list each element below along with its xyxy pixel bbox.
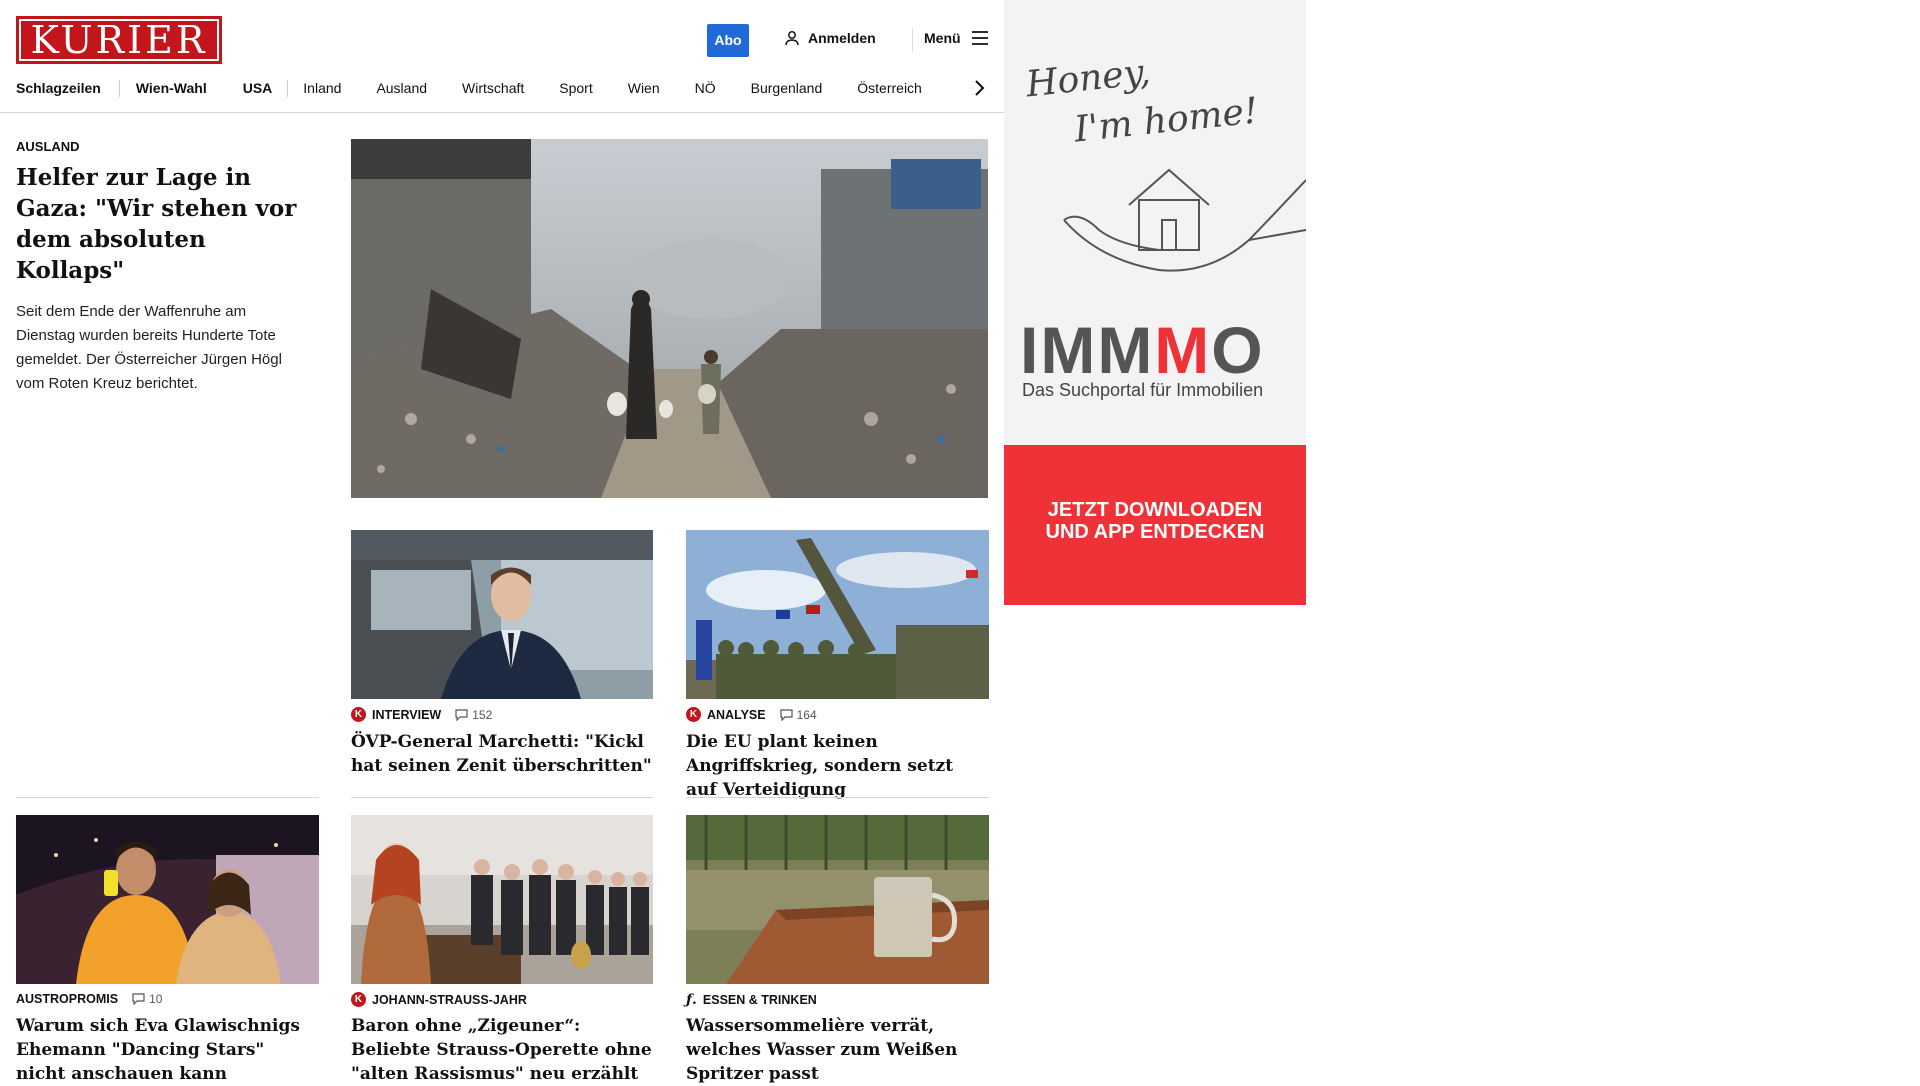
nav-item-ausland[interactable]: Ausland [376, 80, 427, 96]
kurier-plus-badge: K [351, 992, 366, 1007]
comment-icon [779, 708, 793, 721]
ad-script-line-1: Honey, [1024, 51, 1153, 106]
menu-button[interactable]: Menü [924, 30, 989, 46]
house-in-hand-icon [1063, 168, 1306, 272]
article-kicker: INTERVIEW [372, 707, 442, 722]
ad-cta-button[interactable]: JETZT DOWNLOADEN UND APP ENTDECKEN [1004, 445, 1306, 605]
article-kicker: ESSEN & TRINKEN [702, 993, 817, 1007]
immmo-ad[interactable]: Honey, I'm home! IMMMO Das Suchportal fü… [1004, 0, 1306, 605]
article-meta: K INTERVIEW 152 [351, 707, 492, 722]
user-icon [785, 31, 799, 46]
article-image-marchetti[interactable] [351, 530, 653, 699]
nav-divider [118, 79, 120, 97]
article-image-strauss[interactable] [351, 815, 653, 984]
menu-label: Menü [924, 30, 961, 46]
kurier-plus-badge: K [686, 707, 701, 722]
article-headline[interactable]: Warum sich Eva Glawischnigs Ehemann "Dan… [16, 1014, 319, 1086]
article-kicker: ANALYSE [707, 707, 766, 722]
article-headline[interactable]: ÖVP-General Marchetti: "Kickl hat seinen… [351, 730, 653, 778]
article-headline[interactable]: Die EU plant keinen Angriffskrieg, sonde… [686, 730, 989, 802]
login-button[interactable]: Anmelden [784, 30, 876, 46]
comment-icon [455, 708, 468, 721]
abo-button[interactable]: Abo [707, 24, 749, 57]
login-label: Anmelden [808, 30, 876, 46]
row-divider [686, 797, 989, 798]
kurier-plus-badge: K [351, 707, 366, 722]
comment-count[interactable]: 10 [132, 992, 162, 1006]
nav-item-wirtschaft[interactable]: Wirtschaft [462, 80, 524, 96]
lead-teaser: Seit dem Ende der Waffenruhe am Dienstag… [16, 303, 282, 392]
header-divider [912, 28, 913, 52]
comment-count-value: 10 [149, 992, 163, 1006]
ad-brand-accent: M [1154, 313, 1212, 387]
article-meta: ƒ. ESSEN & TRINKEN [686, 992, 817, 1008]
nav-item-sport[interactable]: Sport [559, 80, 592, 96]
ad-script-line-2: I'm home! [1072, 90, 1261, 151]
article-image-eu-defence[interactable] [686, 530, 989, 699]
comment-count[interactable]: 152 [455, 708, 492, 722]
nav-item-schlagzeilen[interactable]: Schlagzeilen [16, 80, 101, 96]
article-meta: K ANALYSE 164 [686, 707, 817, 722]
ad-cta-line-2: UND APP ENTDECKEN [1045, 521, 1265, 543]
lead-headline[interactable]: Helfer zur Lage in Gaza: "Wir stehen vor… [16, 162, 316, 286]
ad-brand: IMMMO [1020, 312, 1265, 388]
nav-item-inland[interactable]: Inland [303, 80, 341, 96]
nav-divider [287, 79, 289, 97]
nav-item-wien-wahl[interactable]: Wien-Wahl [136, 80, 207, 96]
nav-item-burgenland[interactable]: Burgenland [751, 80, 823, 96]
article-meta: K JOHANN-STRAUSS-JAHR [351, 992, 527, 1007]
nav-item-noe[interactable]: NÖ [695, 80, 716, 96]
fork-icon: ƒ. [686, 992, 697, 1008]
ad-cta-line-1: JETZT DOWNLOADEN [1047, 499, 1263, 521]
lead-image[interactable] [351, 139, 988, 498]
section-nav: Schlagzeilen Wien-Wahl USA Inland Auslan… [16, 78, 922, 98]
article-image-water-glass[interactable] [686, 815, 989, 984]
row-divider [351, 797, 653, 798]
article-headline[interactable]: Baron ohne „Zigeuner“: Beliebte Strauss-… [351, 1014, 653, 1086]
article-meta: AUSTROPROMIS 10 [16, 992, 162, 1006]
site-header: KURIER Abo Anmelden Menü Schlagzeilen Wi… [0, 0, 1004, 113]
article-kicker: AUSTROPROMIS [16, 992, 119, 1006]
chevron-right-icon[interactable] [972, 78, 986, 98]
hamburger-icon [971, 31, 988, 45]
comment-count[interactable]: 164 [779, 707, 817, 722]
comment-count-value: 152 [472, 707, 493, 722]
ad-brand-part: O [1211, 313, 1265, 387]
article-headline[interactable]: Wassersommelière verrät, welches Wasser … [686, 1014, 989, 1086]
ad-brand-part: IMM [1020, 313, 1155, 387]
ad-tagline: Das Suchportal für Immobilien [1022, 380, 1264, 400]
row-divider [16, 797, 319, 798]
lead-article[interactable]: AUSLAND Helfer zur Lage in Gaza: "Wir st… [16, 139, 316, 396]
article-image-dancing-stars[interactable] [16, 815, 319, 984]
page: KURIER Abo Anmelden Menü Schlagzeilen Wi… [0, 0, 1004, 1084]
article-kicker: JOHANN-STRAUSS-JAHR [372, 992, 527, 1007]
nav-item-oesterreich[interactable]: Österreich [857, 80, 922, 96]
lead-kicker: AUSLAND [16, 139, 80, 154]
comment-icon [132, 993, 145, 1005]
nav-item-wien[interactable]: Wien [628, 80, 660, 96]
nav-item-usa[interactable]: USA [243, 80, 273, 96]
kurier-logo[interactable]: KURIER [16, 16, 222, 64]
comment-count-value: 164 [796, 707, 817, 722]
